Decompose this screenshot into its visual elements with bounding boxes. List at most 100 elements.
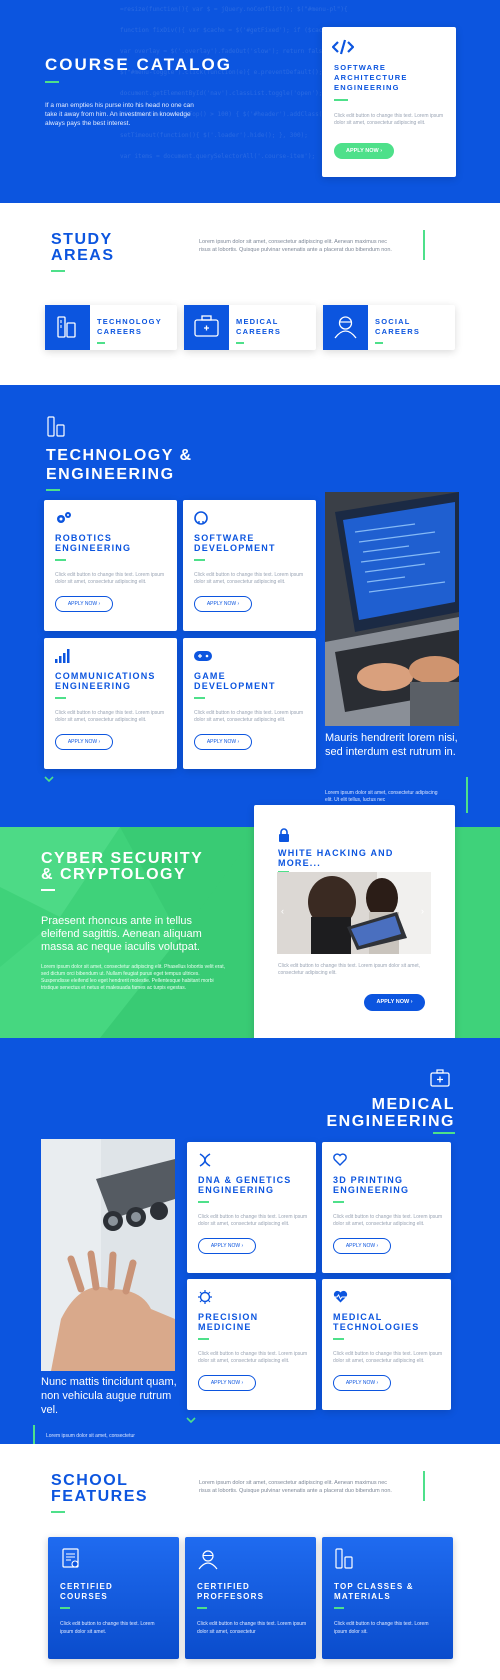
area-title-line: SOCIAL — [375, 317, 411, 326]
signal-icon — [55, 649, 71, 663]
section-title-line: SCHOOL — [51, 1472, 129, 1489]
feature-title-line: COURSES — [60, 1592, 108, 1601]
area-title-line: CAREERS — [236, 327, 282, 336]
heartbeat-icon — [333, 1290, 348, 1303]
area-title-line: MEDICAL — [236, 317, 279, 326]
hacking-photo-carousel[interactable]: ‹ › — [277, 872, 431, 954]
section-title-line: & CRYPTOLOGY — [41, 866, 187, 883]
feature-title-line: MATERIALS — [334, 1592, 391, 1601]
features-section: SCHOOL FEATURES Lorem ipsum dolor sit am… — [0, 1444, 500, 1680]
course-card-medical-technologies: MEDICAL TECHNOLOGIES Click edit button t… — [322, 1279, 451, 1410]
hero-subtitle: If a man empties his purse into his head… — [45, 102, 194, 127]
course-card-game: GAME DEVELOPMENT Click edit button to ch… — [183, 638, 316, 769]
divider — [423, 1471, 425, 1501]
apply-now-button[interactable]: APPLY NOW › — [194, 596, 252, 612]
tools-icon — [46, 416, 68, 438]
area-title-line: CAREERS — [375, 327, 421, 336]
hero-course-card: SOFTWARE ARCHITECTURE ENGINEERING Click … — [322, 27, 456, 177]
area-title: TECHNOLOGY CAREERS — [97, 317, 162, 337]
apply-now-button[interactable]: APPLY NOW › — [55, 734, 113, 750]
carousel-next-icon[interactable]: › — [421, 906, 424, 916]
title-accent — [51, 1511, 65, 1513]
area-title-line: TECHNOLOGY — [97, 317, 162, 326]
card-title: DNA & GENETICS ENGINEERING — [198, 1175, 292, 1195]
image-caption: Nunc mattis tincidunt quam, non vehicula… — [41, 1376, 177, 1416]
course-card-communications: COMMUNICATIONS ENGINEERING Click edit bu… — [44, 638, 177, 769]
apply-now-button[interactable]: APPLY NOW › — [364, 994, 425, 1011]
card-accent — [198, 1338, 209, 1340]
feature-title-line: CERTIFIED — [60, 1582, 114, 1591]
divider — [33, 1425, 35, 1444]
certificate-icon — [60, 1548, 82, 1570]
title-accent — [45, 81, 59, 83]
card-text: Click edit button to change this text. L… — [198, 1214, 308, 1227]
area-accent — [236, 342, 244, 344]
image-caption-small: Lorem ipsum dolor sit amet, consectetur … — [325, 790, 438, 803]
apply-now-button[interactable]: APPLY NOW › — [198, 1238, 256, 1254]
area-card-medical[interactable]: MEDICAL CAREERS — [184, 305, 316, 350]
course-card-robotics: ROBOTICS ENGINEERING Click edit button t… — [44, 500, 177, 631]
apply-now-button[interactable]: APPLY NOW › — [333, 1375, 391, 1391]
course-card-3d-printing: 3D PRINTING ENGINEERING Click edit butto… — [322, 1142, 451, 1273]
course-card-dna: DNA & GENETICS ENGINEERING Click edit bu… — [187, 1142, 316, 1273]
carousel-prev-icon[interactable]: ‹ — [281, 906, 284, 916]
card-title: MEDICAL TECHNOLOGIES — [333, 1312, 420, 1332]
title-accent — [433, 1132, 455, 1134]
feature-text: Click edit button to change this text. L… — [197, 1621, 307, 1635]
medical-section: MEDICAL ENGINEERING Nunc mattis tincidun… — [0, 1038, 500, 1444]
card-text: Click edit button to change this text. L… — [55, 572, 165, 585]
chevron-down-icon[interactable] — [44, 776, 54, 783]
section-lead: Praesent rhoncus ante in tellus eleifend… — [41, 915, 202, 953]
feature-card-materials: TOP CLASSES & MATERIALS Click edit butto… — [322, 1537, 453, 1659]
section-title-line: TECHNOLOGY & — [46, 447, 193, 464]
code-icon — [332, 39, 354, 55]
lock-icon — [278, 828, 290, 842]
card-text: Click edit button to change this text. L… — [278, 963, 421, 976]
card-accent — [333, 1201, 344, 1203]
cyber-course-card: WHITE HACKING AND MORE... ‹ › Click edit… — [254, 805, 455, 1047]
area-title: MEDICAL CAREERS — [236, 317, 281, 337]
card-text: Click edit button to change this text. L… — [334, 113, 444, 126]
briefcase-icon — [184, 305, 229, 350]
feature-title-line: PROFFESORS — [197, 1592, 265, 1601]
tech-section: TECHNOLOGY & ENGINEERING ROBOTICS ENGINE… — [0, 385, 500, 827]
section-title-line: ENGINEERING — [46, 466, 175, 483]
card-accent — [55, 559, 66, 561]
code-line: =resize(function(){ var $ = jQuery.noCon… — [120, 6, 348, 13]
apply-now-button[interactable]: APPLY NOW › — [55, 596, 113, 612]
section-title: SCHOOL FEATURES — [51, 1473, 148, 1505]
feature-text: Click edit button to change this text. L… — [334, 1621, 429, 1635]
card-text: Click edit button to change this text. L… — [194, 572, 304, 585]
tools-icon — [334, 1548, 356, 1570]
feature-text: Click edit button to change this text. L… — [60, 1621, 155, 1635]
divider — [466, 777, 468, 813]
feature-title: CERTIFIED COURSES — [60, 1582, 113, 1602]
card-text: Click edit button to change this text. L… — [198, 1351, 308, 1364]
feature-title: CERTIFIED PROFFESORS — [197, 1582, 264, 1602]
card-accent — [334, 99, 348, 101]
card-accent — [333, 1338, 344, 1340]
area-card-social[interactable]: SOCIAL CAREERS — [323, 305, 455, 350]
section-body: Lorem ipsum dolor sit amet, consectetur … — [41, 964, 225, 991]
area-card-technology[interactable]: TECHNOLOGY CAREERS — [45, 305, 177, 350]
apply-now-button[interactable]: APPLY NOW › — [194, 734, 252, 750]
virus-icon — [198, 1290, 212, 1304]
hand-robot-photo — [41, 1139, 175, 1371]
feature-accent — [334, 1607, 344, 1609]
card-accent — [194, 697, 205, 699]
feature-accent — [60, 1607, 70, 1609]
chevron-down-icon[interactable] — [186, 1417, 196, 1424]
hero-section: =resize(function(){ var $ = jQuery.noCon… — [0, 0, 500, 203]
card-title: ROBOTICS ENGINEERING — [55, 533, 132, 553]
card-text: Click edit button to change this text. L… — [194, 710, 304, 723]
feature-card-courses: CERTIFIED COURSES Click edit button to c… — [48, 1537, 179, 1659]
apply-now-button[interactable]: APPLY NOW › — [198, 1375, 256, 1391]
gears-icon — [55, 511, 73, 525]
apply-now-button[interactable]: APPLY NOW › — [333, 1238, 391, 1254]
laptop-photo — [325, 492, 459, 726]
card-accent — [194, 559, 205, 561]
card-accent — [55, 697, 66, 699]
medical-kit-icon — [430, 1069, 450, 1087]
apply-now-button[interactable]: APPLY NOW › — [334, 143, 394, 159]
card-text: Click edit button to change this text. L… — [55, 710, 165, 723]
